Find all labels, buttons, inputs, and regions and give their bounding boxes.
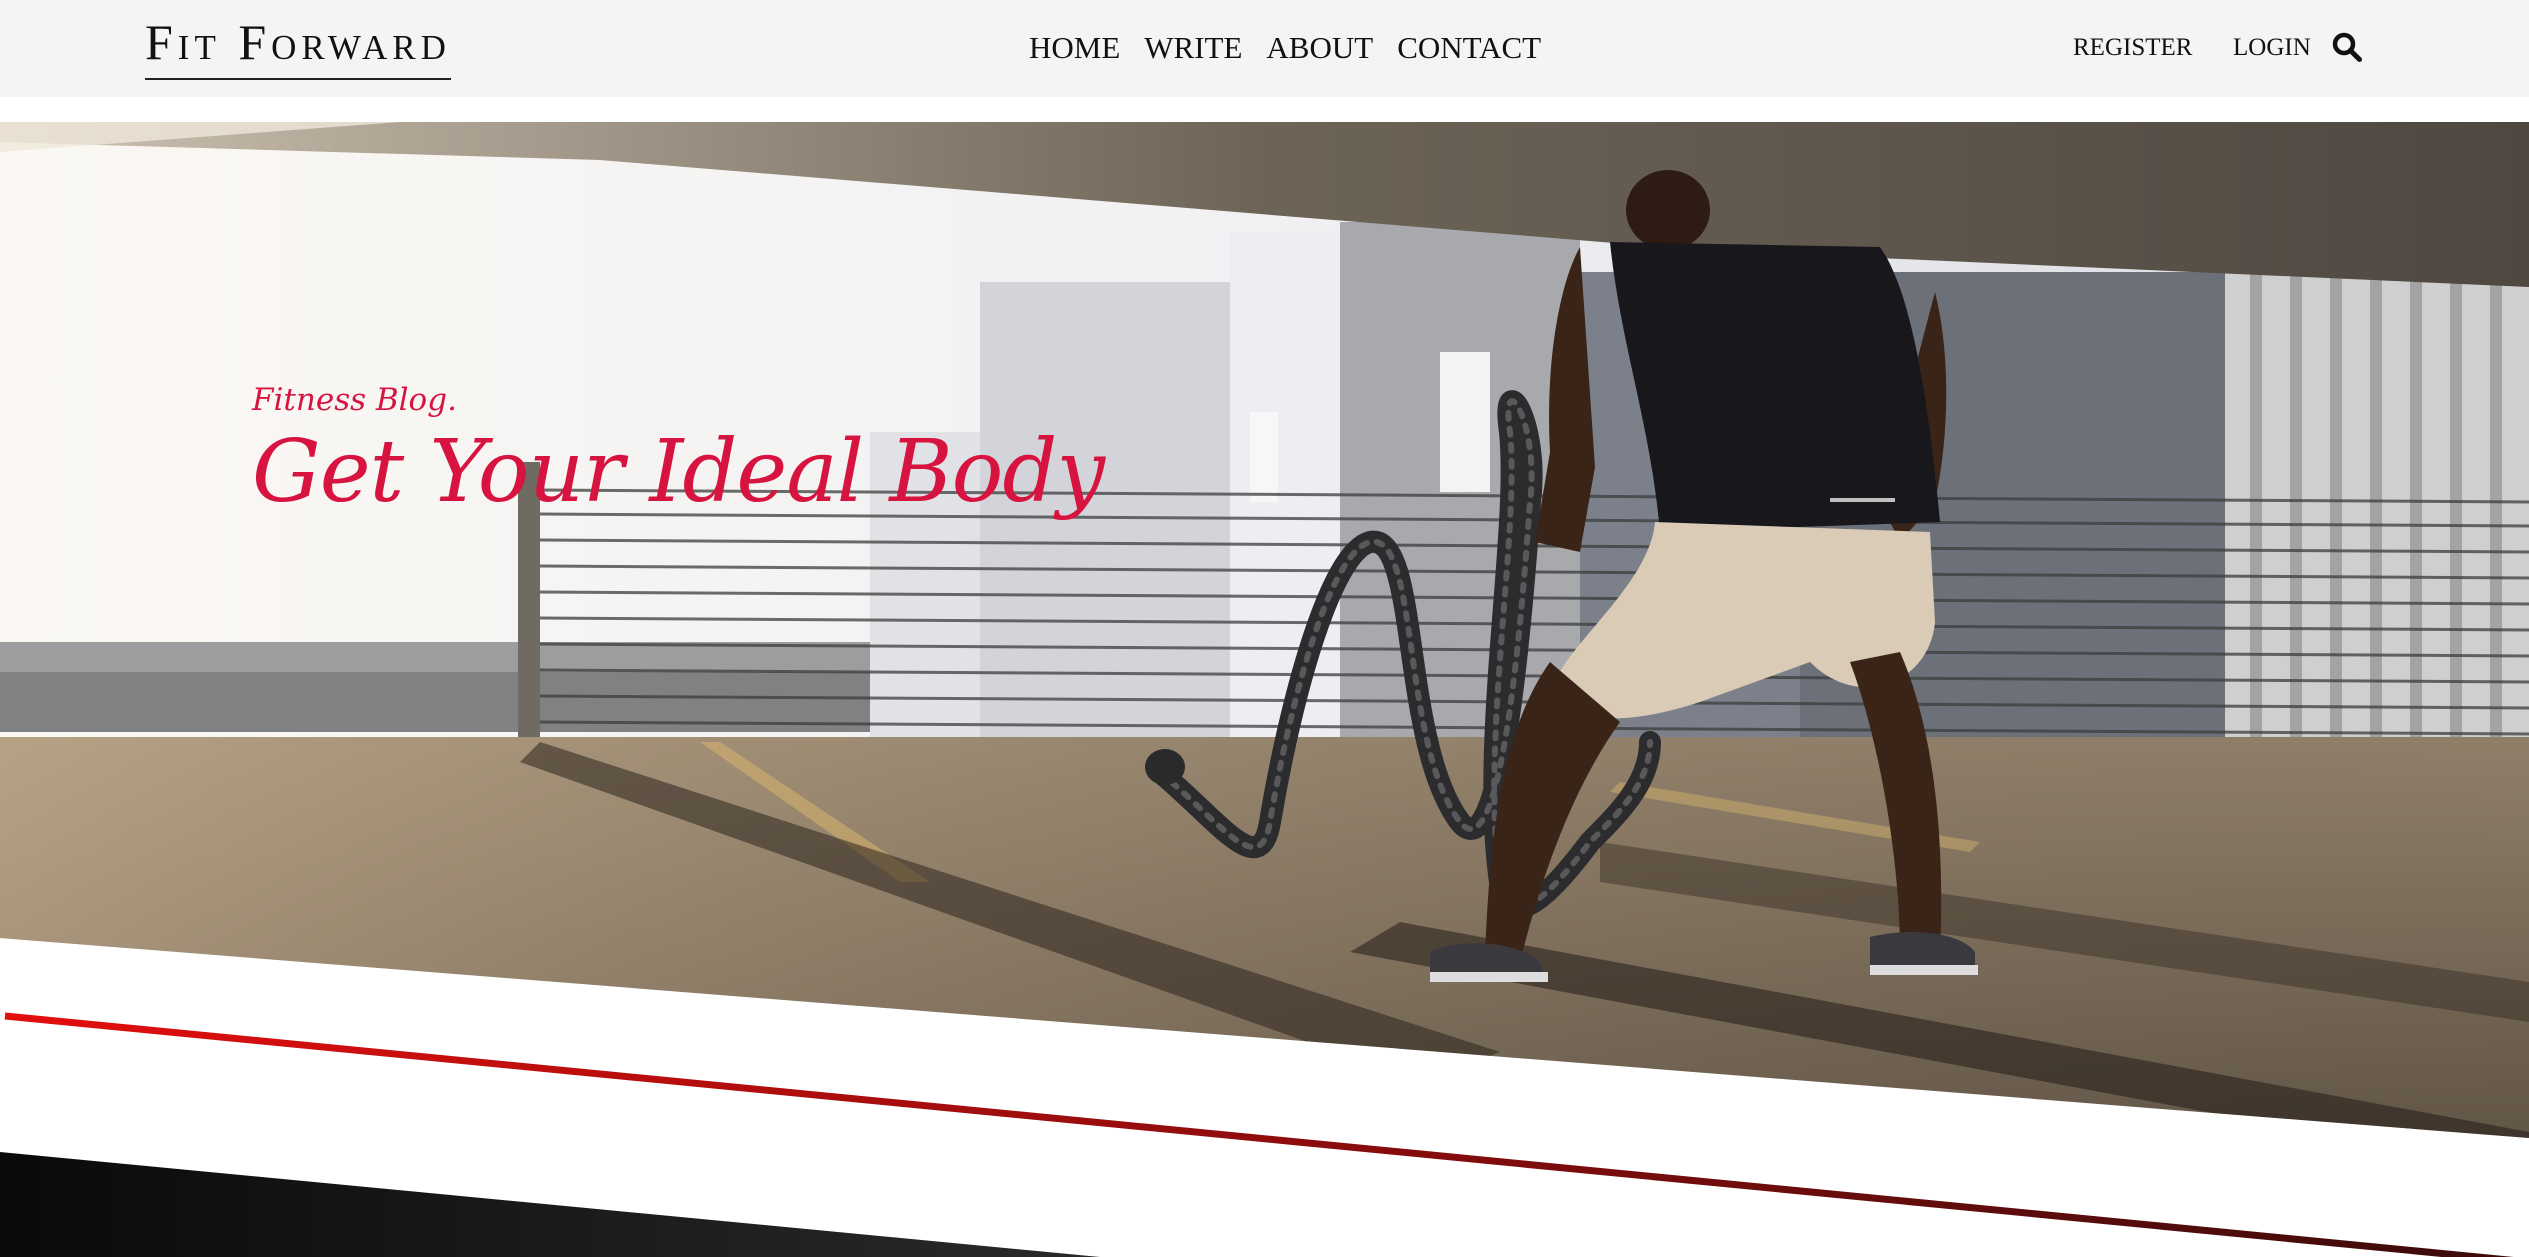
site-logo[interactable]: Fit Forward bbox=[145, 12, 451, 80]
top-navigation-bar: Fit Forward HOME WRITE ABOUT CONTACT REG… bbox=[0, 0, 2529, 97]
hero-heading: Fitness Blog. Get Your Ideal Body bbox=[252, 382, 1105, 524]
register-link[interactable]: REGISTER bbox=[2073, 28, 2192, 68]
nav-home-link[interactable]: HOME bbox=[1029, 28, 1120, 68]
main-nav: HOME WRITE ABOUT CONTACT bbox=[1029, 28, 1541, 68]
search-icon[interactable] bbox=[2331, 31, 2363, 63]
hero-subtitle: Fitness Blog. bbox=[252, 382, 457, 418]
nav-about-link[interactable]: ABOUT bbox=[1266, 28, 1373, 68]
hero-image bbox=[0, 122, 2529, 1257]
nav-contact-link[interactable]: CONTACT bbox=[1397, 28, 1541, 68]
login-link[interactable]: LOGIN bbox=[2233, 28, 2311, 68]
hero-section: Fitness Blog. Get Your Ideal Body bbox=[0, 122, 2529, 1257]
nav-write-link[interactable]: WRITE bbox=[1144, 28, 1242, 68]
hero-title: Get Your Ideal Body bbox=[252, 422, 1105, 522]
